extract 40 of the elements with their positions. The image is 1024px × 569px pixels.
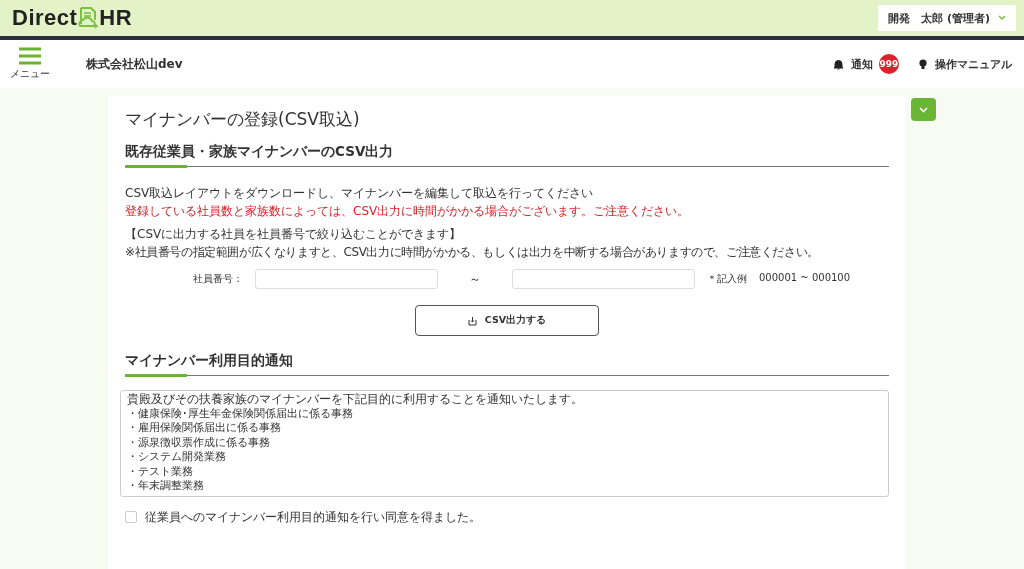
user-menu-button[interactable]: 開発 太郎 (管理者) xyxy=(878,5,1016,31)
notice-line: ・年末調整業務 xyxy=(127,479,205,494)
notice-line: ・雇用保険関係届出に係る事務 xyxy=(127,421,282,436)
collapse-button[interactable] xyxy=(911,98,936,121)
notice-line: ・システム開発業務 xyxy=(127,450,227,465)
consent-checkbox[interactable] xyxy=(125,511,137,523)
notice-line: 貴殿及びその扶養家族のマイナンバーを下記目的に利用することを通知いたします。 xyxy=(127,392,584,407)
chevron-down-icon xyxy=(919,106,928,113)
range-separator: ～ xyxy=(468,270,482,288)
section-heading: 既存従業員・家族マイナンバーのCSV出力 xyxy=(125,143,395,161)
chevron-down-icon xyxy=(998,15,1006,21)
section-heading: マイナンバー利用目的通知 xyxy=(125,352,294,370)
logo-text: HR xyxy=(99,5,133,31)
instruction-text: CSV取込レイアウトをダウンロードし、マイナンバーを編集して取込を行ってください xyxy=(125,185,595,202)
lightbulb-icon xyxy=(919,58,927,70)
example-label: ＊記入例 xyxy=(707,272,747,286)
notice-line: ・健康保険･厚生年金保険関係届出に係る事務 xyxy=(127,406,354,421)
company-name: 株式会社松山dev xyxy=(86,55,183,73)
menu-button[interactable]: メニュー xyxy=(10,47,50,81)
warning-text: 登録している社員数と家族数によっては、CSV出力に時間がかかる場合がございます。ご注意ください。 xyxy=(125,203,691,220)
consent-label: 従業員へのマイナンバー利用目的通知を行い同意を得ました。 xyxy=(145,508,481,526)
page-title: マイナンバーの登録(CSV取込) xyxy=(125,108,361,131)
employee-number-to-field[interactable] xyxy=(512,269,695,289)
employee-number-from-field[interactable] xyxy=(255,269,438,289)
manual-link[interactable]: 操作マニュアル xyxy=(919,56,1012,72)
filter-heading: 【CSVに出力する社員を社員番号で絞り込むことができます】 xyxy=(125,226,463,243)
notice-box[interactable]: 貴殿及びその扶養家族のマイナンバーを下記目的に利用することを通知いたします。 ・健康保険･厚生年金保険関係届出に係る事務 ・雇用保険関係届出に係る事務 ・源泉徴収票作成に係る事務 ・システム開発業務 ・テスト業務 ・年末調整業務 xyxy=(120,390,889,497)
menu-icon xyxy=(19,47,41,65)
bell-icon xyxy=(834,58,843,70)
notification-link[interactable]: 通知 xyxy=(834,56,873,72)
example-value: 000001 ~ 000100 xyxy=(759,272,851,285)
notice-line: ・源泉徴収票作成に係る事務 xyxy=(127,435,271,450)
logo-text: Direct xyxy=(12,5,78,31)
notification-count: 999 xyxy=(879,54,899,74)
csv-export-button[interactable]: CSV出力する xyxy=(415,305,599,336)
notice-line: ・テスト業務 xyxy=(127,464,194,479)
document-cloud-icon xyxy=(77,6,100,30)
field-label: 社員番号： xyxy=(192,272,243,286)
filter-note: ※社員番号の指定範囲が広くなりますと、CSV出力に時間がかかる、もしくは出力を中断する場合がありますので、ご注意ください。 xyxy=(125,244,820,261)
download-icon xyxy=(467,315,477,326)
